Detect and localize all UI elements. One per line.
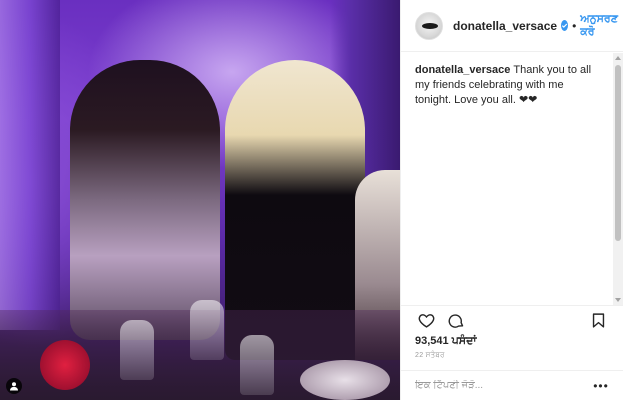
comments-area: donatella_versace Thank you to all my fri… <box>401 53 613 305</box>
verified-badge-icon <box>561 20 569 31</box>
comments-scrollbar[interactable] <box>613 53 623 305</box>
post-side-panel: donatella_versace • ਅਨੁਸਰਣ ਕਰੋ donatella… <box>400 0 623 400</box>
post-actions <box>401 305 623 335</box>
bookmark-icon[interactable] <box>587 310 609 332</box>
avatar[interactable] <box>415 11 443 40</box>
header-separator: • <box>572 18 577 33</box>
post-timestamp[interactable]: 22 ਸਤੰਬਰ <box>415 352 445 360</box>
comment-input[interactable] <box>415 380 593 391</box>
caption-username[interactable]: donatella_versace <box>415 64 510 76</box>
more-options-button[interactable]: ••• <box>593 379 609 393</box>
photo-glass <box>240 335 274 395</box>
user-tag-icon[interactable] <box>6 378 22 394</box>
instagram-post-modal: donatella_versace • ਅਨੁਸਰਣ ਕਰੋ donatella… <box>0 0 623 400</box>
follow-button[interactable]: ਅਨੁਸਰਣ ਕਰੋ <box>580 13 618 39</box>
photo-glass <box>190 300 224 360</box>
post-header: donatella_versace • ਅਨੁਸਰਣ ਕਰੋ <box>401 0 623 52</box>
post-photo[interactable] <box>0 0 400 400</box>
header-username[interactable]: donatella_versace <box>453 19 557 33</box>
likes-count[interactable]: 93,541 ਪਸੰਦਾਂ <box>415 335 477 348</box>
caption: donatella_versace Thank you to all my fri… <box>415 63 601 108</box>
heart-icon[interactable] <box>415 310 437 332</box>
photo-person-left <box>70 60 220 340</box>
scroll-up-icon[interactable] <box>613 53 623 63</box>
comment-icon[interactable] <box>445 310 467 332</box>
photo-glass <box>120 320 154 380</box>
photo-plate <box>300 360 390 400</box>
scrollbar-thumb[interactable] <box>615 65 621 241</box>
scroll-down-icon[interactable] <box>613 295 623 305</box>
photo-background-curtain-left <box>0 0 60 330</box>
add-comment-bar: ••• <box>401 370 623 400</box>
photo-flowers <box>40 340 90 390</box>
